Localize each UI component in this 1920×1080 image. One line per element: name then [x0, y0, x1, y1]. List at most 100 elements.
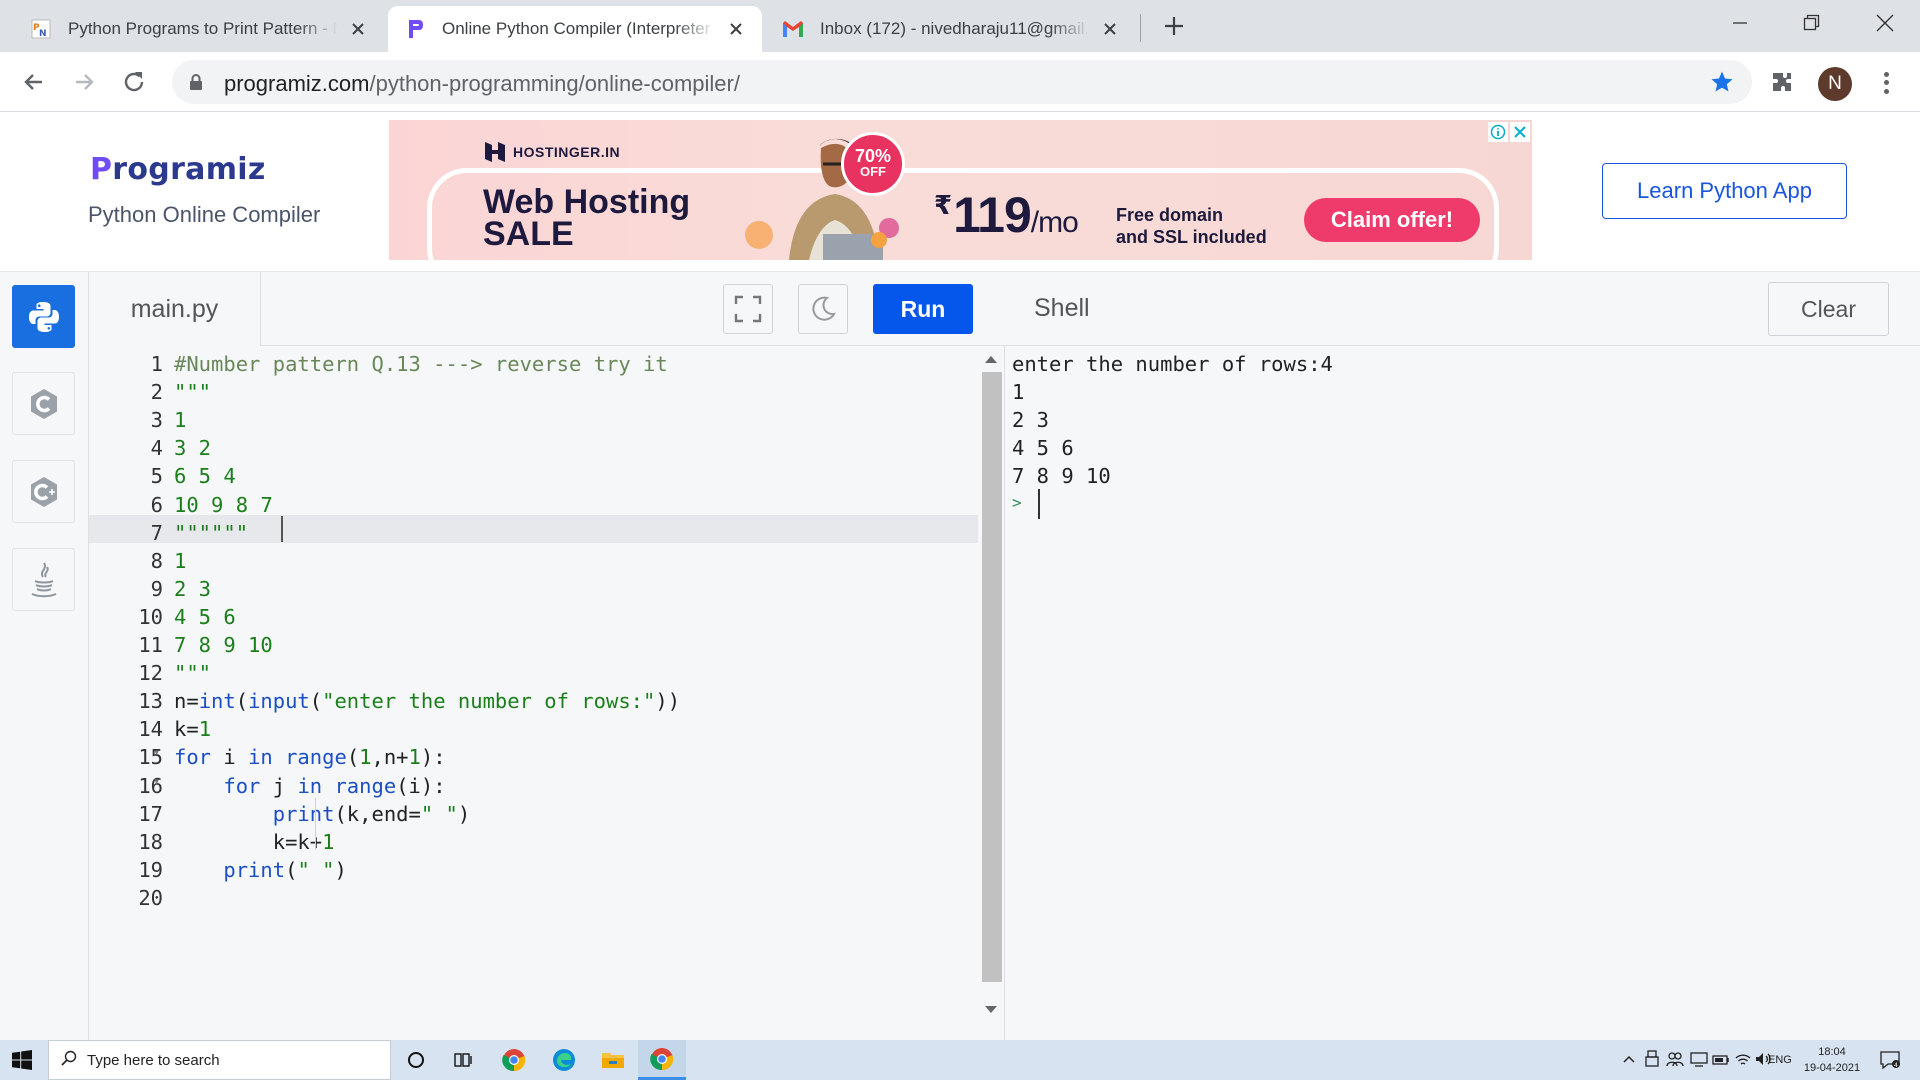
bookmark-star-icon[interactable]: [1710, 70, 1734, 99]
ad-info-icon[interactable]: [1488, 122, 1508, 142]
close-tab-icon[interactable]: [724, 17, 748, 41]
editor-scrollbar[interactable]: [978, 346, 1005, 1040]
cortana-icon[interactable]: [392, 1040, 440, 1080]
tray-chevron-up-icon[interactable]: [1622, 1052, 1636, 1069]
code-text: """: [174, 380, 212, 405]
tray-display-icon[interactable]: [1690, 1050, 1708, 1071]
line-number: 1: [150, 352, 163, 376]
new-tab-button[interactable]: [1160, 12, 1188, 40]
notifications-icon[interactable]: 4: [1880, 1050, 1900, 1073]
shell-output-line: 7 8 9 10: [1012, 464, 1111, 489]
line-number: 11: [138, 633, 163, 657]
scrollbar-thumb[interactable]: [982, 372, 1002, 982]
line-number: 20: [138, 885, 163, 910]
code-line[interactable]: 15 ▾ for i in range(1,n+1):: [89, 739, 978, 770]
code-line[interactable]: 6 10 9 8 7: [89, 487, 978, 517]
code-line[interactable]: 10 4 5 6: [89, 599, 978, 629]
tray-language[interactable]: ENG: [1768, 1054, 1792, 1066]
run-button[interactable]: Run: [873, 284, 973, 334]
code-line[interactable]: 1 #Number pattern Q.13 ---> reverse try i…: [89, 346, 978, 376]
line-number: 17: [138, 801, 163, 826]
tray-wifi-icon[interactable]: [1734, 1050, 1752, 1071]
edge-taskbar-icon[interactable]: [540, 1040, 588, 1080]
line-number: 15: [138, 745, 163, 770]
editor-toolbar: main.py Run: [89, 272, 1005, 346]
cpp-language-button[interactable]: [12, 460, 75, 523]
address-bar[interactable]: programiz.com/python-programming/online-…: [172, 60, 1752, 104]
code-line[interactable]: 4 3 2: [89, 430, 978, 460]
close-window-button[interactable]: [1855, 0, 1915, 46]
learn-python-app-button[interactable]: Learn Python App: [1602, 163, 1847, 219]
fullscreen-button[interactable]: [723, 284, 773, 334]
python-language-button[interactable]: [12, 285, 75, 348]
ad-close-icon[interactable]: [1510, 122, 1530, 142]
file-tab-main-py[interactable]: main.py: [89, 272, 261, 346]
taskbar-search-box[interactable]: Type here to search: [48, 1040, 391, 1080]
shell-input-cursor[interactable]: [1038, 488, 1040, 519]
svg-text:4: 4: [1894, 1062, 1898, 1069]
code-line[interactable]: 2 """: [89, 374, 978, 405]
code-line[interactable]: 12 """: [89, 655, 978, 685]
programiz-logo[interactable]: Programiz: [90, 152, 266, 187]
fold-arrow-icon[interactable]: ▾: [153, 745, 160, 759]
tab-online-python-compiler[interactable]: Online Python Compiler (Interpreter: [388, 6, 762, 52]
browser-tab-strip: PN Python Programs to Print Pattern - N …: [0, 0, 1920, 52]
back-button[interactable]: [16, 64, 52, 100]
shell-output-line: 2 3: [1012, 408, 1050, 433]
code-line[interactable]: 18 k=k+1: [89, 824, 978, 854]
cpp-icon: [30, 476, 57, 507]
code-line[interactable]: 7 """""": [89, 514, 978, 545]
tray-usb-icon[interactable]: [1644, 1050, 1660, 1071]
chrome-active-taskbar-icon[interactable]: [638, 1040, 686, 1080]
code-text: n=int(input("enter the number of rows:")…: [174, 689, 681, 714]
hostinger-ad-banner[interactable]: HOSTINGER.IN Web Hosting SALE 70% OFF ₹119…: [389, 120, 1532, 260]
scroll-down-arrow-icon[interactable]: [985, 1006, 997, 1013]
code-line[interactable]: 14 k=1: [89, 711, 978, 742]
browser-menu-icon[interactable]: [1874, 70, 1898, 96]
code-text: 1: [174, 408, 187, 433]
code-line[interactable]: 16 ▾ for j in range(i):: [89, 768, 978, 798]
tab-gmail-inbox[interactable]: Inbox (172) - nivedharaju11@gmail.: [766, 6, 1136, 52]
taskbar-clock[interactable]: 18:04 19-04-2021: [1800, 1044, 1864, 1076]
code-text: k=1: [174, 717, 212, 742]
close-tab-icon[interactable]: [346, 17, 370, 41]
line-number: 13: [138, 689, 163, 714]
code-editor[interactable]: 1 #Number pattern Q.13 ---> reverse try i…: [89, 346, 978, 1040]
windows-start-icon[interactable]: [12, 1050, 32, 1075]
clear-button[interactable]: Clear: [1768, 282, 1889, 336]
logo-text: rogramiz: [112, 152, 266, 187]
file-explorer-taskbar-icon[interactable]: [589, 1040, 637, 1080]
claim-offer-button[interactable]: Claim offer!: [1304, 198, 1480, 242]
shell-title: Shell: [1034, 294, 1090, 322]
code-line[interactable]: 31: [89, 402, 978, 433]
dark-mode-button[interactable]: [798, 284, 848, 334]
reload-button[interactable]: [116, 64, 152, 100]
forward-button[interactable]: [66, 64, 102, 100]
lock-icon: [188, 73, 204, 96]
code-line[interactable]: 13 n=int(input("enter the number of rows:…: [89, 683, 978, 714]
close-tab-icon[interactable]: [1098, 17, 1122, 41]
extensions-puzzle-icon[interactable]: [1770, 70, 1796, 101]
c-language-button[interactable]: [12, 372, 75, 435]
profile-avatar[interactable]: N: [1818, 67, 1852, 101]
code-line[interactable]: 19 print(" "): [89, 852, 978, 882]
restore-button[interactable]: [1782, 0, 1842, 46]
java-language-button[interactable]: [12, 548, 75, 611]
tray-battery-icon[interactable]: [1712, 1050, 1730, 1071]
chrome-taskbar-icon[interactable]: [490, 1040, 538, 1080]
code-line[interactable]: 20: [89, 880, 978, 910]
fold-arrow-icon[interactable]: ▾: [153, 774, 160, 788]
tray-people-icon[interactable]: [1666, 1050, 1684, 1071]
code-line[interactable]: 11 7 8 9 10: [89, 627, 978, 657]
tab-title: Inbox (172) - nivedharaju11@gmail.: [820, 19, 1090, 38]
forward-arrow-icon: [76, 74, 94, 90]
scroll-up-arrow-icon[interactable]: [985, 356, 997, 363]
minimize-button[interactable]: [1710, 0, 1770, 46]
task-view-icon[interactable]: [440, 1040, 488, 1080]
shell-output[interactable]: enter the number of rows:4 1 2 3 4 5 6 7 8 9…: [1005, 346, 1920, 1040]
code-line[interactable]: 9 2 3: [89, 571, 978, 601]
code-line[interactable]: 81: [89, 543, 978, 573]
code-line[interactable]: 17 print(k,end=" "): [89, 796, 978, 826]
tab-python-programs[interactable]: PN Python Programs to Print Pattern - N: [14, 6, 384, 52]
code-line[interactable]: 5 6 5 4: [89, 458, 978, 488]
